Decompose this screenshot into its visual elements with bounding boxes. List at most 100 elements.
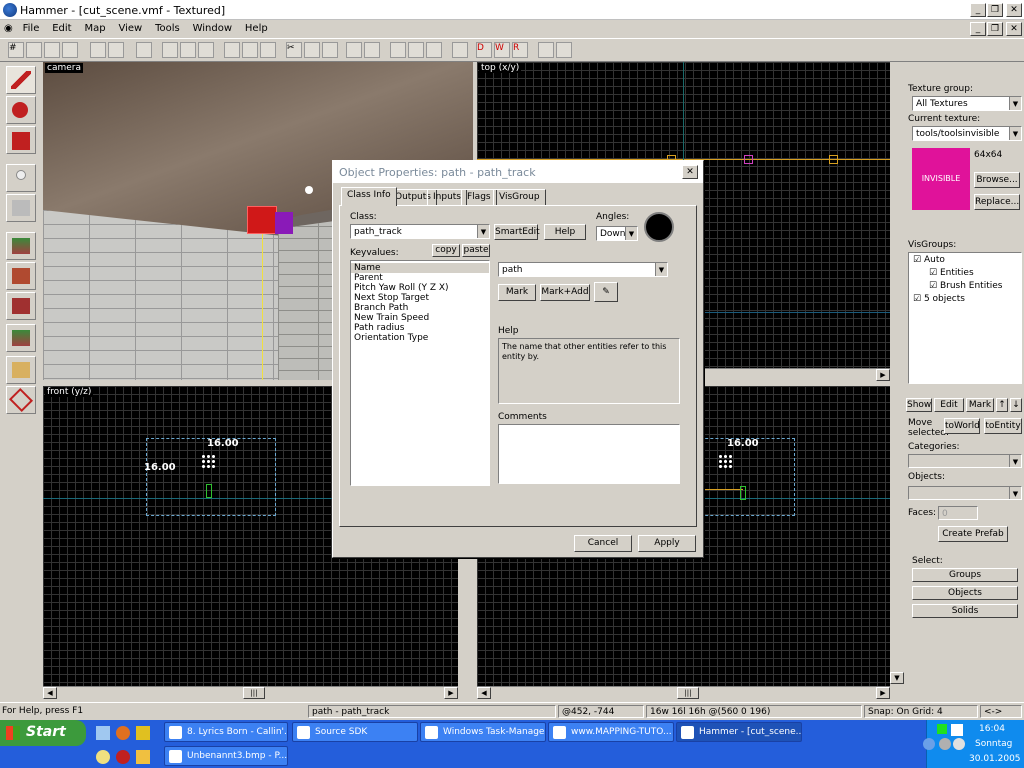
- move-down-icon[interactable]: ↓: [1010, 398, 1022, 412]
- eyedropper-icon[interactable]: ✎: [594, 282, 618, 302]
- menu-map[interactable]: Map: [79, 20, 110, 37]
- clipping-tool-icon[interactable]: [6, 356, 36, 384]
- ungroup-icon[interactable]: [136, 42, 152, 58]
- scroll-right-icon[interactable]: ▶: [876, 369, 890, 381]
- side-viewport-vscroll[interactable]: ▼: [890, 62, 904, 686]
- scroll-right-icon[interactable]: ▶: [876, 687, 890, 699]
- tray-icon-3[interactable]: [953, 738, 965, 750]
- task-winamp[interactable]: 8. Lyrics Born - Callin'...: [164, 722, 288, 742]
- scroll-down-icon[interactable]: ▼: [890, 672, 904, 684]
- help-button[interactable]: Help: [544, 224, 586, 240]
- toggle-texture-icon[interactable]: [6, 232, 36, 260]
- flip-icon[interactable]: [224, 42, 240, 58]
- mark-visgroup-button[interactable]: Mark: [966, 398, 994, 412]
- hide-icon[interactable]: [162, 42, 178, 58]
- close-button[interactable]: ✕: [1006, 3, 1022, 17]
- purple-entity-cube[interactable]: [275, 212, 293, 234]
- checkbox-checked-icon[interactable]: ☑: [913, 255, 921, 265]
- entity-tool-icon[interactable]: [6, 164, 36, 192]
- selection-tool-icon[interactable]: [6, 66, 36, 94]
- task-paint[interactable]: Unbenannt3.bmp - P...: [164, 746, 288, 766]
- menu-help[interactable]: Help: [240, 20, 273, 37]
- paste-button[interactable]: paste: [462, 244, 490, 257]
- browse-button[interactable]: Browse...: [974, 172, 1020, 188]
- grid-3d-icon[interactable]: [26, 42, 42, 58]
- tab-flags[interactable]: Flags: [461, 189, 497, 205]
- tray-app-icon[interactable]: [951, 724, 963, 736]
- align-icon[interactable]: [260, 42, 276, 58]
- apply-button[interactable]: Apply: [638, 535, 696, 552]
- models-icon[interactable]: W: [494, 42, 510, 58]
- copy-button[interactable]: copy: [432, 244, 460, 257]
- create-prefab-button[interactable]: Create Prefab: [938, 526, 1008, 542]
- visgroup-brush-entities[interactable]: ☑ Brush Entities: [913, 281, 1017, 294]
- maximize-button[interactable]: ❐: [987, 3, 1003, 17]
- keyvalue-pitch-yaw-roll[interactable]: Pitch Yaw Roll (Y Z X): [351, 283, 489, 293]
- edit-button[interactable]: Edit: [934, 398, 964, 412]
- sound-icon[interactable]: [556, 42, 572, 58]
- faces-stepper[interactable]: 0: [938, 506, 978, 520]
- helpers-icon[interactable]: D: [476, 42, 492, 58]
- visgroup-auto[interactable]: ☑ Auto: [913, 255, 1017, 268]
- apply-decal-icon[interactable]: [6, 292, 36, 320]
- tray-icon-2[interactable]: [939, 738, 951, 750]
- path-track-entity-cube[interactable]: [247, 206, 277, 234]
- start-button[interactable]: Start: [0, 720, 86, 746]
- minimize-button[interactable]: _: [970, 3, 986, 17]
- move-up-icon[interactable]: ↑: [996, 398, 1008, 412]
- keyvalue-path-radius[interactable]: Path radius: [351, 323, 489, 333]
- keyvalues-list[interactable]: Name Parent Pitch Yaw Roll (Y Z X) Next …: [350, 260, 490, 486]
- task-browser[interactable]: www.MAPPING-TUTO...: [548, 722, 674, 742]
- class-dropdown[interactable]: path_track ▼: [350, 224, 490, 239]
- tab-visgroup[interactable]: VisGroup: [493, 189, 546, 205]
- dialog-close-icon[interactable]: ✕: [682, 165, 698, 179]
- paste-icon[interactable]: [322, 42, 338, 58]
- grid-larger-icon[interactable]: [62, 42, 78, 58]
- tool-icon[interactable]: [136, 750, 150, 764]
- visgroup-5-objects[interactable]: ☑ 5 objects: [913, 294, 1017, 307]
- replace-button[interactable]: Replace...: [974, 194, 1020, 210]
- select-objects-button[interactable]: Objects: [912, 586, 1018, 600]
- track-node[interactable]: [744, 155, 753, 164]
- magnify-tool-icon[interactable]: [6, 96, 36, 124]
- objects-dropdown[interactable]: ▼: [908, 486, 1022, 500]
- dialog-title-bar[interactable]: Object Properties: path - path_track ✕: [333, 161, 703, 183]
- current-texture-dropdown[interactable]: tools/toolsinvisible ▼: [912, 126, 1022, 141]
- keyvalue-name[interactable]: Name: [351, 263, 489, 273]
- run-map-icon[interactable]: [538, 42, 554, 58]
- select-groups-button[interactable]: Groups: [912, 568, 1018, 582]
- rotate-icon[interactable]: [242, 42, 258, 58]
- checkbox-checked-icon[interactable]: ☑: [913, 294, 921, 304]
- scroll-right-icon[interactable]: ▶: [444, 687, 458, 699]
- clock-icon[interactable]: [96, 750, 110, 764]
- front-viewport-hscroll[interactable]: ◀ ||| ▶: [43, 686, 458, 700]
- keyvalue-orientation-type[interactable]: Orientation Type: [351, 333, 489, 343]
- pen-icon[interactable]: [452, 42, 468, 58]
- menu-file[interactable]: File: [18, 20, 45, 37]
- carve-icon[interactable]: [90, 42, 106, 58]
- unhide-icon[interactable]: [180, 42, 196, 58]
- texture-lock-icon[interactable]: [346, 42, 362, 58]
- entity-marker[interactable]: [201, 454, 217, 470]
- cancel-button[interactable]: Cancel: [574, 535, 632, 552]
- comments-field[interactable]: [498, 424, 680, 484]
- visgroups-tree[interactable]: ☑ Auto ☑ Entities ☑ Brush Entities ☑ 5 o…: [908, 252, 1022, 384]
- vertex-tool-icon[interactable]: [6, 386, 36, 414]
- entity-green-marker[interactable]: [740, 486, 746, 500]
- block-tool-icon[interactable]: [6, 194, 36, 222]
- angle-dial[interactable]: [644, 212, 674, 242]
- scroll-thumb[interactable]: |||: [243, 687, 265, 699]
- selection-box[interactable]: [146, 438, 276, 516]
- angles-dropdown[interactable]: Down ▼: [596, 226, 638, 241]
- doc-close-button[interactable]: ✕: [1006, 22, 1022, 36]
- visgroup-entities[interactable]: ☑ Entities: [913, 268, 1017, 281]
- tab-class-info[interactable]: Class Info: [341, 187, 397, 206]
- copy-icon[interactable]: [304, 42, 320, 58]
- texture-group-dropdown[interactable]: All Textures ▼: [912, 96, 1022, 111]
- group-icon[interactable]: [108, 42, 124, 58]
- selection-box[interactable]: [695, 438, 795, 516]
- keyvalue-branch-path[interactable]: Branch Path: [351, 303, 489, 313]
- media-icon[interactable]: [136, 726, 150, 740]
- desktop-icon[interactable]: [96, 726, 110, 740]
- grid-smaller-icon[interactable]: [44, 42, 60, 58]
